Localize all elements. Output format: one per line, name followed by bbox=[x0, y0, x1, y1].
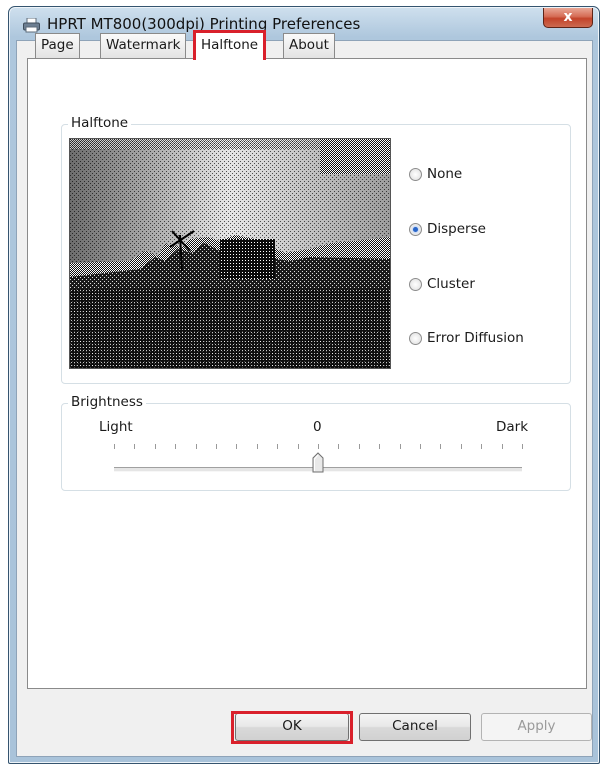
option-label-cluster: Cluster bbox=[427, 276, 475, 292]
brightness-tick bbox=[338, 444, 339, 449]
option-label-none: None bbox=[427, 166, 463, 182]
brightness-tick bbox=[257, 444, 258, 449]
brightness-tick bbox=[134, 444, 135, 449]
radio-cluster[interactable] bbox=[409, 277, 422, 291]
brightness-tick bbox=[379, 444, 380, 449]
brightness-tick bbox=[277, 444, 278, 449]
brightness-slider-thumb[interactable] bbox=[312, 452, 324, 473]
brightness-tick bbox=[400, 444, 401, 449]
option-label-disperse: Disperse bbox=[427, 221, 486, 237]
apply-button[interactable]: Apply bbox=[481, 713, 592, 741]
brightness-tick bbox=[114, 444, 115, 449]
brightness-group-label: Brightness bbox=[68, 394, 146, 410]
printer-icon bbox=[23, 18, 40, 33]
brightness-tick bbox=[502, 444, 503, 449]
brightness-tick bbox=[420, 444, 421, 449]
close-button[interactable]: x bbox=[543, 8, 593, 28]
halftone-option-disperse[interactable]: Disperse bbox=[409, 219, 486, 239]
halftone-option-none[interactable]: None bbox=[409, 164, 462, 184]
brightness-tick bbox=[318, 444, 319, 449]
halftone-preview-image bbox=[69, 138, 391, 369]
brightness-value-label: 0 bbox=[313, 419, 322, 435]
brightness-tick bbox=[440, 444, 441, 449]
halftone-tab-panel: Halftone None Disperse Cluster Error Dif… bbox=[27, 58, 587, 689]
cancel-button[interactable]: Cancel bbox=[359, 713, 471, 741]
brightness-tick bbox=[216, 444, 217, 449]
radio-disperse[interactable] bbox=[409, 222, 422, 236]
brightness-group: Brightness Light 0 Dark bbox=[61, 394, 571, 491]
tab-halftone[interactable]: Halftone bbox=[193, 30, 267, 60]
brightness-tick bbox=[298, 444, 299, 449]
brightness-tick bbox=[236, 444, 237, 449]
option-label-error-diffusion: Error Diffusion bbox=[427, 330, 524, 346]
brightness-min-label: Light bbox=[99, 419, 133, 435]
brightness-tick bbox=[481, 444, 482, 449]
halftone-preview-picture bbox=[70, 139, 390, 368]
brightness-tick bbox=[175, 444, 176, 449]
brightness-tick bbox=[522, 444, 523, 449]
radio-none[interactable] bbox=[409, 167, 422, 181]
halftone-option-error-diffusion[interactable]: Error Diffusion bbox=[409, 328, 524, 348]
brightness-tick bbox=[155, 444, 156, 449]
brightness-tick bbox=[359, 444, 360, 449]
brightness-max-label: Dark bbox=[496, 419, 529, 435]
tab-about[interactable]: About bbox=[283, 33, 335, 58]
radio-error-diffusion[interactable] bbox=[409, 331, 422, 345]
brightness-tick bbox=[196, 444, 197, 449]
brightness-tick bbox=[461, 444, 462, 449]
close-icon: x bbox=[563, 9, 573, 25]
halftone-group-label: Halftone bbox=[68, 115, 132, 131]
tab-watermark[interactable]: Watermark bbox=[100, 33, 187, 58]
tab-page[interactable]: Page bbox=[35, 33, 80, 58]
halftone-group: Halftone None Disperse Cluster Error Dif… bbox=[61, 115, 571, 384]
halftone-option-cluster[interactable]: Cluster bbox=[409, 274, 475, 294]
ok-highlight-box bbox=[231, 711, 353, 744]
